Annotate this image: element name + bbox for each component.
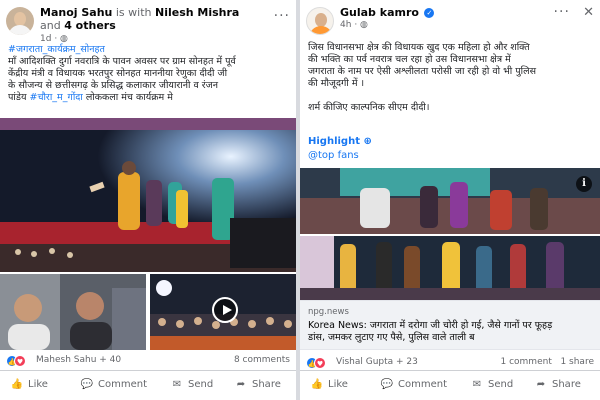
share-arrow-icon: ➦ — [536, 379, 546, 390]
comments-count[interactable]: 1 comment — [501, 357, 552, 367]
tagged-name[interactable]: Nilesh Mishra — [155, 6, 239, 19]
post-photo-portrait[interactable] — [0, 274, 146, 350]
post-time[interactable]: 1d — [40, 34, 51, 44]
link-title: Korea News: जगराता में दरोगा जी चोरी हो … — [308, 320, 592, 344]
comment-label: Comment — [398, 379, 447, 390]
post-stats: 👍♥ Vishal Gupta + 23 1 comment 1 share — [306, 356, 594, 370]
send-button[interactable]: ✉ Send — [170, 377, 213, 393]
comment-icon: 💬 — [380, 379, 394, 390]
post-header: Manoj Sahu is with Nilesh Mishra and 4 o… — [6, 6, 290, 44]
hashtag-link[interactable]: #जगराता_कार्यक्रम_सोनहत — [8, 44, 294, 56]
post-text-line: के सौजन्य से छत्तीसगढ़ के प्रसिद्ध कलाका… — [8, 80, 219, 91]
share-arrow-icon: ➦ — [236, 379, 246, 390]
reactions-summary[interactable]: Vishal Gupta + 23 — [336, 357, 418, 367]
link-preview-card[interactable]: npg.news Korea News: जगराता में दरोगा जी… — [300, 300, 600, 350]
globe-icon: · ◍ — [354, 20, 368, 30]
post-photo-stage[interactable] — [0, 118, 296, 272]
more-options-icon[interactable]: ··· — [554, 4, 570, 20]
post-controls: ··· ✕ — [554, 4, 594, 20]
reaction-icons[interactable]: 👍♥ — [6, 355, 26, 367]
share-label: Share — [252, 379, 281, 390]
author-name[interactable]: Manoj Sahu — [40, 6, 112, 19]
hashtag-link[interactable]: #चौरा_म_गोंदा — [29, 92, 82, 103]
author-line: Gulab kamro ✓ — [340, 6, 560, 19]
love-reaction-icon: ♥ — [14, 355, 26, 367]
like-label: Like — [28, 379, 48, 390]
highlight-icon: ⊕ — [363, 136, 372, 147]
link-title-line: Korea News: जगराता में दरोगा जी चोरी हो … — [308, 320, 553, 331]
link-preview-image[interactable] — [300, 168, 600, 300]
post-card-right: Gulab kamro ✓ 4h · ◍ ··· ✕ जिस विधानसभा … — [300, 0, 600, 400]
shares-count[interactable]: 1 share — [560, 357, 594, 367]
info-icon[interactable]: i — [576, 176, 592, 192]
post-text-line: केंद्रीय मंत्री व विधायक भरतपुर सोनहत मा… — [8, 68, 228, 79]
reactions-summary[interactable]: Mahesh Sahu + 40 — [36, 355, 121, 365]
action-bar: 👍 Like 💬 Comment ✉ Send ➦ Share — [0, 370, 296, 398]
post-meta: 4h · ◍ — [340, 20, 368, 30]
like-label: Like — [328, 379, 348, 390]
post-text-line: लोककला मंच कार्यक्रम मे — [85, 92, 173, 103]
highlight-tag[interactable]: Highlight ⊕ @top fans — [308, 135, 372, 163]
more-options-icon[interactable]: ··· — [274, 8, 290, 24]
post-header: Gulab kamro ✓ 4h · ◍ ··· ✕ — [306, 4, 594, 36]
post-text-line: जिस विधानसभा क्षेत्र की विधायक खुद एक मह… — [308, 42, 530, 53]
link-title-line: डांस, जमकर लुटाए गए पैसे, पुलिस वाले ताल… — [308, 332, 475, 343]
post-text: जिस विधानसभा क्षेत्र की विधायक खुद एक मह… — [308, 42, 598, 114]
thumbs-up-icon: 👍 — [310, 379, 324, 390]
messenger-icon: ✉ — [172, 379, 182, 390]
stage-scene-image — [0, 118, 296, 272]
send-label: Send — [488, 379, 514, 390]
and-label: and — [40, 19, 61, 32]
globe-icon: · ◍ — [54, 34, 68, 44]
comment-icon: 💬 — [80, 379, 94, 390]
author-avatar[interactable] — [6, 7, 34, 35]
post-text-line: जगराता के नाम पर ऐसी अश्लीलता परोसी जा र… — [308, 66, 537, 77]
share-label: Share — [552, 379, 581, 390]
verified-badge-icon: ✓ — [424, 8, 435, 18]
like-button[interactable]: 👍 Like — [10, 377, 48, 393]
close-icon[interactable]: ✕ — [583, 5, 594, 20]
post-meta: 1d · ◍ — [40, 34, 68, 44]
post-text: #जगराता_कार्यक्रम_सोनहत माँ आदिशक्ति दुर… — [8, 44, 294, 104]
action-bar: 👍 Like 💬 Comment ✉ Send ➦ Share — [300, 370, 600, 398]
post-text-line: की भक्ति का पर्व नवरात्र चल रहा हो उस वि… — [308, 54, 511, 65]
top-fans-link[interactable]: @top fans — [308, 149, 372, 163]
messenger-icon: ✉ — [472, 379, 482, 390]
share-button[interactable]: ➦ Share — [534, 377, 581, 393]
with-label: is with — [115, 6, 152, 19]
portrait-photo-image — [0, 274, 146, 350]
link-domain: npg.news — [308, 307, 349, 317]
like-button[interactable]: 👍 Like — [310, 377, 348, 393]
post-text-line: पांडेय — [8, 92, 27, 103]
comments-shares: 1 comment 1 share — [501, 357, 595, 367]
send-label: Send — [188, 379, 214, 390]
others-link[interactable]: 4 others — [64, 19, 116, 32]
comment-label: Comment — [98, 379, 147, 390]
post-text-line: शर्म कीजिए काल्पनिक सीएम दीदी। — [308, 102, 430, 113]
send-button[interactable]: ✉ Send — [470, 377, 513, 393]
jagrata-collage-image — [300, 168, 600, 300]
love-reaction-icon: ♥ — [314, 357, 326, 369]
author-line: Manoj Sahu is with Nilesh Mishra and 4 o… — [40, 6, 260, 32]
post-text-line: की मौजूदगी में । — [308, 78, 365, 89]
comment-button[interactable]: 💬 Comment — [80, 377, 147, 393]
share-button[interactable]: ➦ Share — [234, 377, 281, 393]
author-avatar[interactable] — [306, 7, 334, 35]
post-stats: 👍♥ Mahesh Sahu + 40 8 comments — [6, 354, 290, 368]
post-text-line: माँ आदिशक्ति दुर्गा नवरात्रि के पावन अवस… — [8, 56, 236, 67]
author-name[interactable]: Gulab kamro — [340, 6, 419, 19]
highlight-label: Highlight — [308, 136, 360, 147]
comment-button[interactable]: 💬 Comment — [380, 377, 447, 393]
reaction-icons[interactable]: 👍♥ — [306, 357, 326, 369]
thumbs-up-icon: 👍 — [10, 379, 24, 390]
play-icon[interactable] — [212, 297, 238, 323]
comments-count[interactable]: 8 comments — [234, 355, 290, 365]
post-time[interactable]: 4h — [340, 20, 351, 30]
post-card-left: Manoj Sahu is with Nilesh Mishra and 4 o… — [0, 0, 296, 400]
